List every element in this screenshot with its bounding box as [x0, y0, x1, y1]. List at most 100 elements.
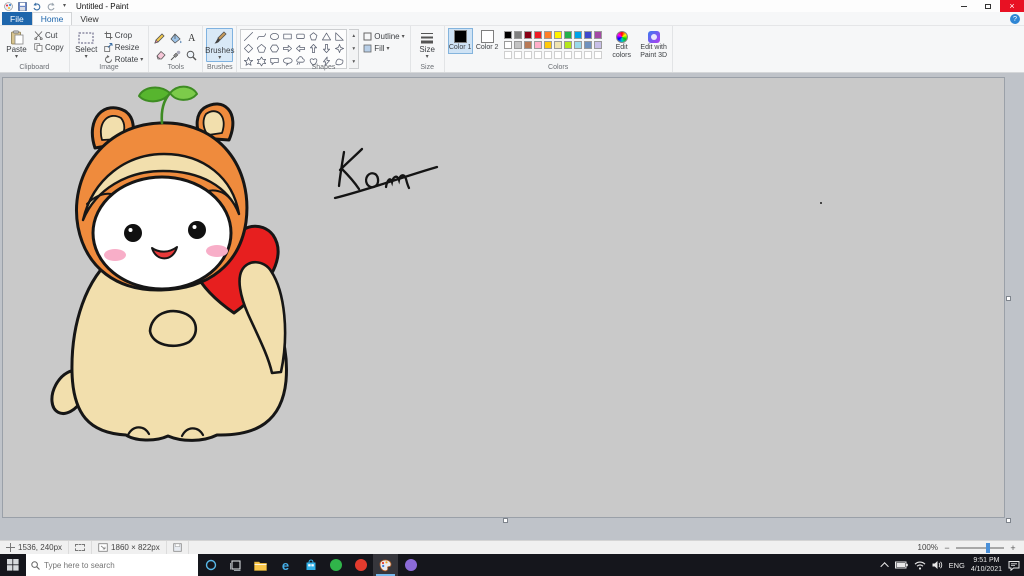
- shape-down-arrow-icon[interactable]: [320, 43, 333, 56]
- save-icon[interactable]: [17, 1, 28, 11]
- palette-color-r2-5[interactable]: [553, 41, 562, 49]
- shape-oval-icon[interactable]: [268, 30, 281, 43]
- palette-color-r1-2[interactable]: [523, 31, 532, 39]
- battery-icon[interactable]: [894, 561, 908, 569]
- palette-color-r1-1[interactable]: [513, 31, 522, 39]
- store-button[interactable]: [298, 554, 323, 576]
- cut-button[interactable]: Cut: [32, 30, 66, 41]
- eraser-tool-button[interactable]: [152, 47, 167, 63]
- shape-line-icon[interactable]: [242, 30, 255, 43]
- zoom-slider-thumb[interactable]: [986, 542, 990, 553]
- shape-rounded-rectangle-icon[interactable]: [294, 30, 307, 43]
- brushes-button[interactable]: Brushes ▾: [205, 28, 234, 63]
- palette-color-r2-2[interactable]: [523, 41, 532, 49]
- color1-button[interactable]: Color 1: [447, 28, 473, 54]
- paste-button[interactable]: Paste ▾: [3, 28, 30, 60]
- palette-color-r1-6[interactable]: [563, 31, 572, 39]
- zoom-slider[interactable]: [956, 542, 1004, 553]
- color-picker-tool-button[interactable]: [168, 47, 183, 63]
- crop-button[interactable]: Crop: [102, 30, 146, 41]
- palette-custom-slot-3[interactable]: [533, 51, 542, 59]
- paint-canvas[interactable]: Kom Kom: [3, 78, 1004, 517]
- palette-color-r1-7[interactable]: [573, 31, 582, 39]
- palette-color-r2-0[interactable]: [503, 41, 512, 49]
- palette-color-r2-9[interactable]: [593, 41, 602, 49]
- shape-curve-icon[interactable]: [255, 30, 268, 43]
- text-tool-button[interactable]: A: [184, 30, 199, 46]
- palette-custom-slot-9[interactable]: [593, 51, 602, 59]
- shape-right-arrow-icon[interactable]: [281, 43, 294, 56]
- shape-scroll-up-button[interactable]: ▴: [349, 30, 358, 43]
- color2-button[interactable]: Color 2: [475, 28, 500, 54]
- select-button[interactable]: Select ▾: [73, 28, 100, 60]
- palette-color-r1-3[interactable]: [533, 31, 542, 39]
- shape-four-point-star-icon[interactable]: [333, 43, 346, 56]
- palette-color-r1-8[interactable]: [583, 31, 592, 39]
- palette-color-r2-3[interactable]: [533, 41, 542, 49]
- start-button[interactable]: [0, 554, 26, 576]
- palette-custom-slot-1[interactable]: [513, 51, 522, 59]
- palette-custom-slot-0[interactable]: [503, 51, 512, 59]
- canvas-resize-handle-corner[interactable]: [1006, 518, 1011, 523]
- palette-custom-slot-5[interactable]: [553, 51, 562, 59]
- red-app-button[interactable]: [348, 554, 373, 576]
- taskbar-clock[interactable]: 9:51 PM 4/10/2021: [971, 556, 1002, 574]
- copy-button[interactable]: Copy: [32, 42, 66, 53]
- palette-custom-slot-2[interactable]: [523, 51, 532, 59]
- tab-file[interactable]: File: [2, 12, 32, 25]
- purple-app-button[interactable]: [398, 554, 423, 576]
- magnifier-tool-button[interactable]: [184, 47, 199, 63]
- shape-left-arrow-icon[interactable]: [294, 43, 307, 56]
- palette-color-r2-1[interactable]: [513, 41, 522, 49]
- palette-color-r1-9[interactable]: [593, 31, 602, 39]
- palette-custom-slot-4[interactable]: [543, 51, 552, 59]
- edit-with-paint3d-button[interactable]: Edit with Paint 3D: [639, 28, 669, 59]
- shape-hexagon-icon[interactable]: [268, 43, 281, 56]
- minimize-button[interactable]: [952, 0, 976, 12]
- qat-customize-icon[interactable]: ▾: [59, 1, 70, 11]
- search-input[interactable]: [44, 560, 184, 570]
- shape-fill-button[interactable]: Fill ▾: [361, 43, 406, 54]
- fill-tool-button[interactable]: [168, 30, 183, 46]
- palette-custom-slot-7[interactable]: [573, 51, 582, 59]
- shape-rectangle-icon[interactable]: [281, 30, 294, 43]
- green-app-button[interactable]: [323, 554, 348, 576]
- shape-scroll-down-button[interactable]: ▾: [349, 43, 358, 56]
- shape-diamond-icon[interactable]: [242, 43, 255, 56]
- notification-center-icon[interactable]: [1008, 560, 1020, 571]
- task-view-button[interactable]: [223, 554, 248, 576]
- edit-colors-button[interactable]: Edit colors: [607, 28, 637, 59]
- shape-up-arrow-icon[interactable]: [307, 43, 320, 56]
- cortana-button[interactable]: [198, 554, 223, 576]
- shape-right-triangle-icon[interactable]: [333, 30, 346, 43]
- palette-color-r1-0[interactable]: [503, 31, 512, 39]
- wifi-icon[interactable]: [914, 561, 926, 570]
- paint-taskbar-button[interactable]: [373, 554, 398, 576]
- close-button[interactable]: ×: [1000, 0, 1024, 12]
- palette-color-r2-4[interactable]: [543, 41, 552, 49]
- shape-triangle-icon[interactable]: [320, 30, 333, 43]
- palette-color-r2-8[interactable]: [583, 41, 592, 49]
- help-button[interactable]: ?: [1010, 13, 1020, 24]
- edge-button[interactable]: e: [273, 554, 298, 576]
- canvas-resize-handle-bottom[interactable]: [503, 518, 508, 523]
- taskbar-search[interactable]: [26, 554, 198, 576]
- palette-custom-slot-6[interactable]: [563, 51, 572, 59]
- pencil-tool-button[interactable]: [152, 30, 167, 46]
- canvas-resize-handle-right[interactable]: [1006, 296, 1011, 301]
- undo-icon[interactable]: [31, 1, 42, 11]
- palette-color-r1-5[interactable]: [553, 31, 562, 39]
- zoom-in-button[interactable]: +: [1008, 543, 1018, 553]
- redo-icon[interactable]: [45, 1, 56, 11]
- palette-color-r2-7[interactable]: [573, 41, 582, 49]
- palette-color-r2-6[interactable]: [563, 41, 572, 49]
- resize-button[interactable]: Resize: [102, 42, 146, 53]
- volume-icon[interactable]: [932, 560, 943, 570]
- tray-chevron-up-icon[interactable]: [879, 562, 889, 571]
- language-indicator[interactable]: ENG: [949, 561, 965, 570]
- file-explorer-button[interactable]: [248, 554, 273, 576]
- shape-outline-button[interactable]: Outline ▾: [361, 31, 406, 42]
- size-button[interactable]: Size ▾: [414, 28, 441, 60]
- shape-polygon-icon[interactable]: [307, 30, 320, 43]
- tab-home[interactable]: Home: [31, 12, 73, 25]
